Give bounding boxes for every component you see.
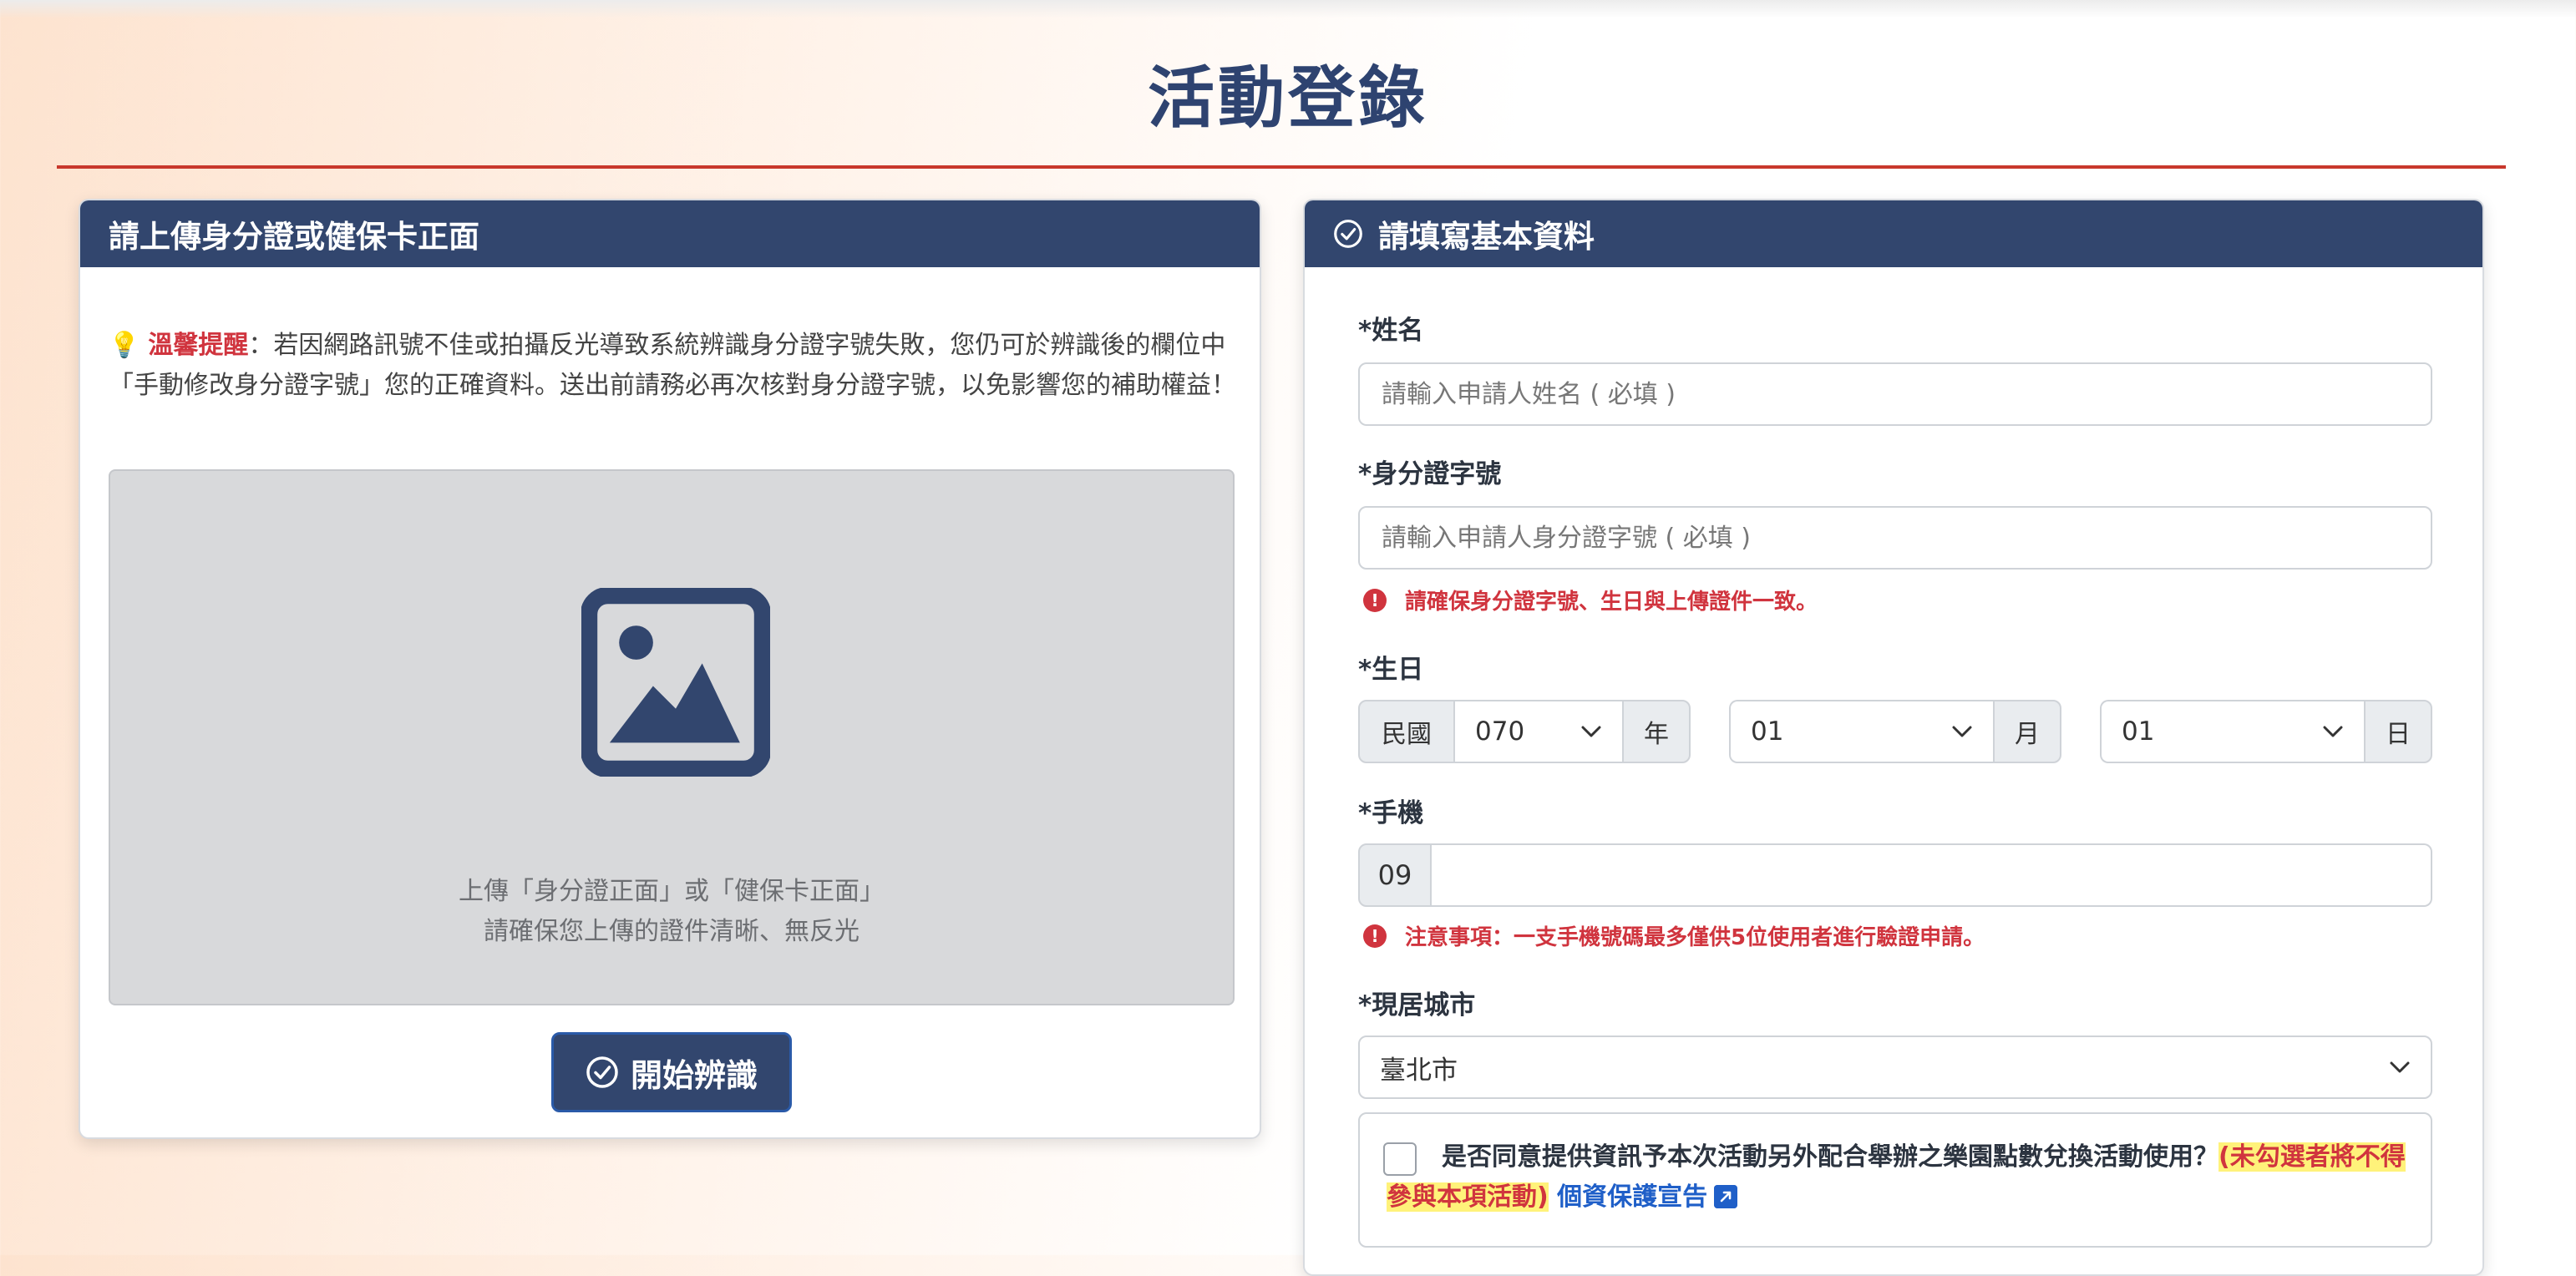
city-label: *現居城市 (1358, 990, 1476, 1020)
title-divider (57, 165, 2506, 169)
birth-year-group: 民國 070 年 (1358, 700, 1691, 763)
chevron-down-icon (2390, 1061, 2410, 1073)
privacy-link[interactable]: 個資保護宣告 (1557, 1182, 1707, 1212)
id-hint: ! 請確保身分證字號、生日與上傳證件一致。 (1363, 585, 1818, 615)
phone-input[interactable] (1432, 843, 2432, 907)
upload-notice: 💡 溫馨提醒：若因網路訊號不佳或拍攝反光導致系統辨識身分證字號失敗，您仍可於辨識後… (109, 326, 1236, 406)
phone-hint: ! 注意事項：一支手機號碼最多僅供5位使用者進行驗證申請。 (1363, 920, 1985, 951)
city-value: 臺北市 (1380, 1055, 1458, 1086)
month-unit: 月 (1993, 700, 2061, 763)
birthday-label: *生日 (1358, 655, 1424, 685)
upload-instructions: 上傳「身分證正面」或「健保卡正面」 請確保您上傳的證件清晰、無反光 (110, 872, 1233, 952)
image-icon (581, 588, 770, 777)
upload-dropzone[interactable]: 上傳「身分證正面」或「健保卡正面」 請確保您上傳的證件清晰、無反光 (109, 469, 1235, 1005)
day-unit: 日 (2364, 700, 2432, 763)
external-link-icon[interactable] (1714, 1185, 1738, 1208)
start-recognition-label: 開始辨識 (630, 1056, 758, 1094)
phone-group: 09 (1358, 843, 2432, 907)
upload-card-title: 請上傳身分證或健保卡正面 (109, 219, 479, 255)
chevron-down-icon (2323, 726, 2343, 737)
notice-label: 溫馨提醒 (148, 331, 249, 360)
era-addon: 民國 (1358, 700, 1455, 763)
birth-year-select[interactable]: 070 (1455, 700, 1622, 763)
id-hint-text: 請確保身分證字號、生日與上傳證件一致。 (1405, 590, 1818, 615)
upload-line-1: 上傳「身分證正面」或「健保卡正面」 (459, 877, 885, 906)
id-number-input[interactable] (1358, 506, 2432, 570)
birth-month-value: 01 (1751, 716, 1784, 747)
birth-year-value: 070 (1475, 716, 1525, 747)
birth-month-select[interactable]: 01 (1729, 700, 1993, 763)
birth-day-value: 01 (2122, 716, 2155, 747)
phone-hint-text: 注意事項：一支手機號碼最多僅供5位使用者進行驗證申請。 (1405, 925, 1985, 950)
consent-question: 是否同意提供資訊予本次活動另外配合舉辦之樂園點數兌換活動使用？ (1442, 1142, 2219, 1172)
chevron-down-icon (1952, 726, 1972, 737)
check-circle-icon (586, 1056, 618, 1088)
alert-icon: ! (1363, 924, 1387, 948)
consent-box: 是否同意提供資訊予本次活動另外配合舉辦之樂園點數兌換活動使用？(未勾選者將不得參… (1358, 1112, 2432, 1248)
birth-month-group: 01 月 (1729, 700, 2061, 763)
page-title: 活動登錄 (1148, 59, 1428, 137)
name-label: *姓名 (1358, 316, 1424, 346)
upload-card: 請上傳身分證或健保卡正面 💡 溫馨提醒：若因網路訊號不佳或拍攝反光導致系統辨識身分… (79, 199, 1261, 1139)
id-label: *身分證字號 (1358, 459, 1502, 489)
lightbulb-icon: 💡 (109, 331, 140, 360)
notice-text: ：若因網路訊號不佳或拍攝反光導致系統辨識身分證字號失敗，您仍可於辨識後的欄位中「… (109, 331, 1236, 400)
check-circle-icon (1334, 220, 1362, 248)
upload-card-header: 請上傳身分證或健保卡正面 (80, 200, 1260, 267)
basic-info-title: 請填寫基本資料 (1378, 219, 1595, 255)
birth-day-group: 01 日 (2100, 700, 2432, 763)
top-shadow (0, 0, 2576, 18)
start-recognition-button[interactable]: 開始辨識 (551, 1032, 792, 1112)
consent-text: 是否同意提供資訊予本次活動另外配合舉辦之樂園點數兌換活動使用？(未勾選者將不得參… (1387, 1137, 2406, 1218)
phone-prefix: 09 (1358, 843, 1432, 907)
basic-info-card: 請填寫基本資料 *姓名 *身分證字號 ! 請確保身分證字號、生日與上傳證件一致。… (1303, 199, 2484, 1276)
city-select[interactable]: 臺北市 (1358, 1035, 2432, 1099)
name-input[interactable] (1358, 362, 2432, 426)
year-unit: 年 (1622, 700, 1691, 763)
phone-label: *手機 (1358, 798, 1424, 828)
alert-icon: ! (1363, 588, 1387, 612)
upload-line-2: 請確保您上傳的證件清晰、無反光 (484, 917, 860, 946)
chevron-down-icon (1581, 726, 1601, 737)
basic-info-header: 請填寫基本資料 (1305, 200, 2482, 267)
birth-day-select[interactable]: 01 (2100, 700, 2364, 763)
